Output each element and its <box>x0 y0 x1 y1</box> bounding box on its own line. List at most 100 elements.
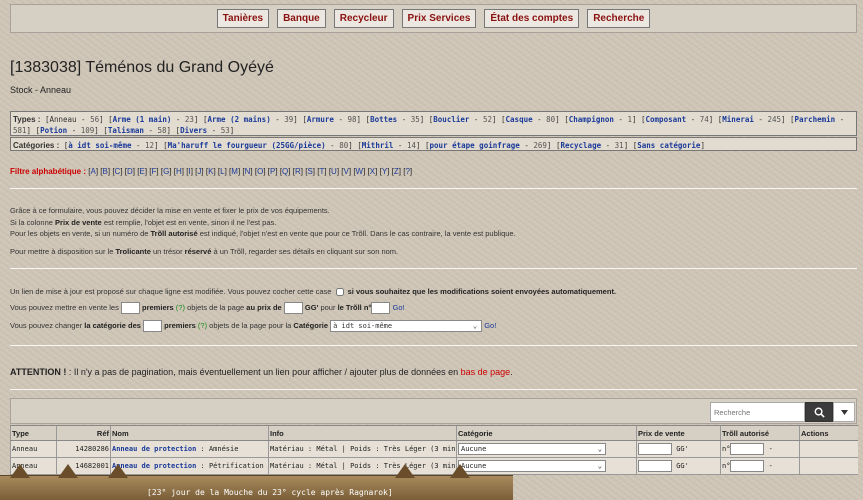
nav-tanieres[interactable]: Tanières <box>216 9 270 28</box>
alpha-letter-link[interactable]: J <box>197 167 201 176</box>
col-ref[interactable]: Réf <box>56 425 111 441</box>
cell-troll: n° - <box>720 440 800 458</box>
cell-price: GG' <box>636 457 721 475</box>
type-filter-link[interactable]: Arme (1 main) <box>113 115 172 124</box>
search-input[interactable] <box>710 402 805 422</box>
alpha-letter-link[interactable]: O <box>257 167 263 176</box>
category-select[interactable]: Aucune ⌄ <box>458 460 606 472</box>
category-select-value: à idt soi-même <box>333 322 393 330</box>
type-filter-link[interactable]: Parchemin <box>795 115 836 124</box>
count-input[interactable] <box>120 302 140 314</box>
category-filter-count: 31 <box>614 141 624 150</box>
nav-prix-services[interactable]: Prix Services <box>401 9 477 28</box>
alpha-letter-link[interactable]: Y <box>382 167 387 176</box>
price-input[interactable] <box>283 302 303 314</box>
info-line-2: Si la colonne Prix de vente est remplie,… <box>10 218 276 227</box>
category-filter-link[interactable]: Ma'haruff le fourgueur (25GG/pièce) <box>168 141 326 150</box>
alpha-letter-link[interactable]: K <box>208 167 213 176</box>
category-filter-link[interactable]: Sans catégorie <box>637 141 700 150</box>
alpha-letter-link[interactable]: B <box>103 167 108 176</box>
item-name-link[interactable]: Anneau de protection <box>112 445 196 453</box>
col-name[interactable]: Nom <box>110 425 269 441</box>
form-text: objets de la page pour la <box>209 320 292 330</box>
info-line-1: Grâce à ce formulaire, vous pouvez décid… <box>10 206 330 215</box>
alpha-letter-link[interactable]: X <box>370 167 375 176</box>
alpha-letter-link[interactable]: I <box>188 167 190 176</box>
alpha-letter-link[interactable]: C <box>115 167 121 176</box>
alpha-letter-link[interactable]: A <box>90 167 95 176</box>
category-filter-link[interactable]: pour étape goinfrage <box>430 141 520 150</box>
type-filter-count: 39 <box>284 115 294 124</box>
type-filter-link[interactable]: Champignon <box>569 115 614 124</box>
divider <box>10 389 857 390</box>
alpha-letter-link[interactable]: V <box>344 167 349 176</box>
type-filter-link[interactable]: Composant <box>646 115 687 124</box>
alpha-letter-link[interactable]: M <box>231 167 238 176</box>
auto-submit-line: Un lien de mise à jour est proposé sur c… <box>10 287 616 297</box>
category-filter-link[interactable]: Recyclage <box>560 141 601 150</box>
form-bold: Catégorie <box>293 320 329 330</box>
troll-number-input[interactable] <box>371 302 391 314</box>
auto-submit-checkbox[interactable] <box>335 288 344 297</box>
alpha-letter-link[interactable]: W <box>356 167 364 176</box>
alpha-letter-link[interactable]: D <box>127 167 133 176</box>
category-select[interactable]: Aucune ⌄ <box>458 443 606 455</box>
caret-down-icon <box>840 409 848 415</box>
alpha-letter-link[interactable]: Q <box>282 167 288 176</box>
category-filter-link[interactable]: Mithril <box>362 141 394 150</box>
alpha-letter-link[interactable]: Z <box>394 167 399 176</box>
alpha-letter-link[interactable]: S <box>307 167 312 176</box>
bottom-of-page-link[interactable]: bas de page <box>461 367 511 377</box>
alpha-letter-link[interactable]: G <box>163 167 169 176</box>
alpha-letter-link[interactable]: P <box>270 167 275 176</box>
col-troll[interactable]: Trõll autorisé <box>720 425 800 441</box>
type-filter-link[interactable]: Minerai <box>722 115 754 124</box>
alpha-letter-link[interactable]: F <box>152 167 157 176</box>
divider <box>10 268 857 269</box>
type-filter-link[interactable]: Potion <box>40 126 67 135</box>
type-filter-link[interactable]: Divers <box>180 126 207 135</box>
divider <box>10 188 857 189</box>
category-select[interactable]: à idt soi-même ⌄ <box>330 320 483 332</box>
col-price[interactable]: Prix de vente <box>636 425 721 441</box>
attention-note: ATTENTION ! : Il n'y a pas de pagination… <box>10 367 513 377</box>
col-type[interactable]: Type <box>10 425 57 441</box>
alpha-letter-link[interactable]: H <box>176 167 182 176</box>
alpha-letter-link[interactable]: N <box>245 167 251 176</box>
mass-category-line: Vous pouvez changer la catégorie des pre… <box>10 320 496 332</box>
decor <box>58 464 78 478</box>
nav-recherche[interactable]: Recherche <box>587 9 651 28</box>
search-options-dropdown[interactable] <box>833 402 855 422</box>
help-link[interactable]: (?) <box>198 321 207 330</box>
category-filter-link[interactable]: à idt soi-même <box>68 141 131 150</box>
type-filter-link[interactable]: Bouclier <box>433 115 469 124</box>
nav-etat-comptes[interactable]: État des comptes <box>484 9 580 28</box>
go-button[interactable]: Go! <box>484 321 496 330</box>
alpha-letter-link[interactable]: E <box>139 167 144 176</box>
alpha-letter-link[interactable]: L <box>220 167 224 176</box>
cell-name: Anneau de protection : Amnésie <box>110 440 269 458</box>
nav-recycleur[interactable]: Recycleur <box>333 9 394 28</box>
category-filter-count: 14 <box>406 141 416 150</box>
info-text: est remplie, l'objet est en vente, sinon… <box>101 218 277 227</box>
go-button[interactable]: Go! <box>393 303 405 312</box>
col-category[interactable]: Catégorie <box>456 425 637 441</box>
col-info[interactable]: Info <box>268 425 457 441</box>
price-input[interactable] <box>638 460 672 472</box>
troll-number-input[interactable] <box>730 443 765 455</box>
alpha-letter-link[interactable]: ? <box>405 167 409 176</box>
search-button[interactable] <box>805 402 833 422</box>
type-filter-link[interactable]: Casque <box>506 115 533 124</box>
type-filter-link[interactable]: Armure <box>307 115 334 124</box>
price-input[interactable] <box>638 443 672 455</box>
alpha-letter-link[interactable]: U <box>331 167 337 176</box>
help-link[interactable]: (?) <box>176 303 185 312</box>
alpha-letter-link[interactable]: R <box>295 167 301 176</box>
count-input[interactable] <box>143 320 163 332</box>
nav-banque[interactable]: Banque <box>277 9 326 28</box>
alpha-letter-link[interactable]: T <box>319 167 324 176</box>
type-filter-link[interactable]: Bottes <box>370 115 397 124</box>
type-filter-link[interactable]: Talisman <box>108 126 144 135</box>
troll-number-input[interactable] <box>730 460 765 472</box>
type-filter-link[interactable]: Arme (2 mains) <box>208 115 271 124</box>
